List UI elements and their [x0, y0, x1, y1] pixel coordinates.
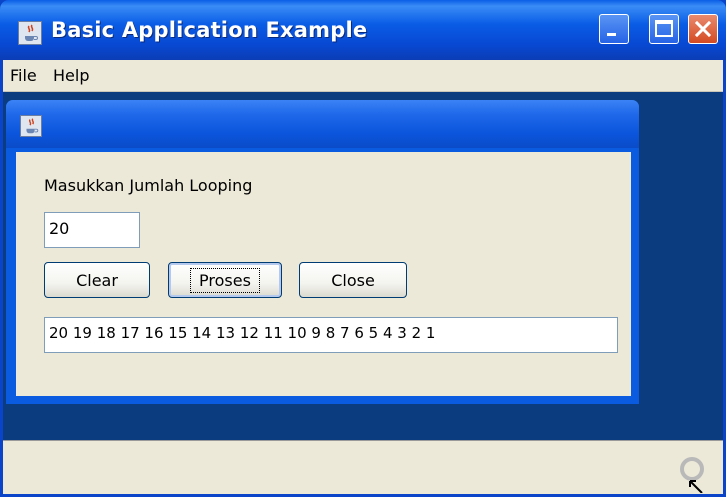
internal-frame-content: Masukkan Jumlah Looping 20 Clear Proses … — [16, 152, 631, 396]
clear-button-label: Clear — [76, 270, 118, 290]
looping-count-input[interactable]: 20 — [44, 212, 140, 248]
close-window-button[interactable] — [688, 14, 718, 44]
resize-grip-icon[interactable] — [678, 455, 714, 494]
application-window: Basic Application Example File Help Masu… — [0, 0, 726, 497]
menu-file[interactable]: File — [10, 66, 37, 85]
clear-button[interactable]: Clear — [44, 262, 150, 298]
menu-bar: File Help — [3, 60, 723, 92]
java-cup-icon — [18, 21, 42, 45]
internal-frame-title-bar[interactable] — [6, 100, 639, 148]
status-bar — [3, 440, 723, 494]
close-button-label: Close — [331, 270, 375, 290]
java-cup-icon — [20, 115, 42, 137]
title-bar[interactable]: Basic Application Example — [0, 0, 726, 60]
menu-help[interactable]: Help — [53, 66, 89, 85]
output-field[interactable]: 20 19 18 17 16 15 14 13 12 11 10 9 8 7 6… — [44, 317, 618, 353]
minimize-button[interactable] — [599, 14, 629, 44]
window-title: Basic Application Example — [51, 18, 368, 42]
proses-button-label: Proses — [190, 267, 260, 293]
maximize-button[interactable] — [649, 14, 679, 44]
close-frame-button[interactable]: Close — [299, 262, 407, 298]
proses-button[interactable]: Proses — [168, 262, 282, 298]
internal-frame: Masukkan Jumlah Looping 20 Clear Proses … — [6, 100, 639, 404]
looping-count-label: Masukkan Jumlah Looping — [44, 176, 253, 195]
